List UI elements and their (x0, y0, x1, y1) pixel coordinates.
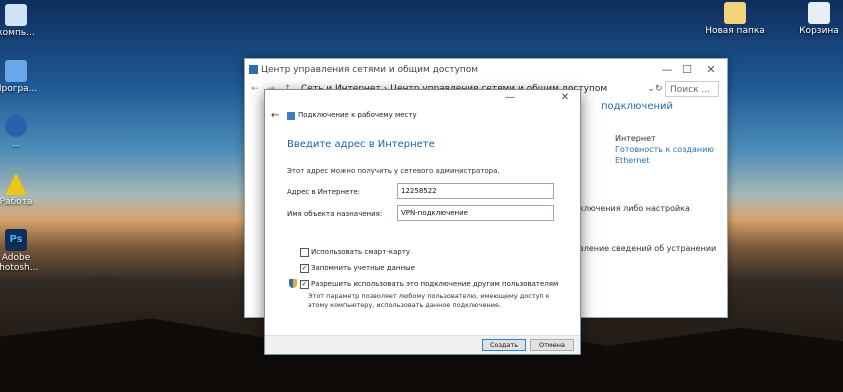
create-button[interactable]: Создать (482, 339, 526, 351)
connect-workplace-dialog: — ✕ ← Подключение к рабочему месту Введи… (264, 89, 581, 355)
network-icon (249, 65, 258, 74)
homegroup-link[interactable]: Готовность к созданию (615, 145, 714, 154)
computer-icon (5, 4, 27, 26)
program-icon (5, 60, 27, 82)
recycle-bin-icon (808, 2, 830, 24)
search-input[interactable]: Поиск ... (665, 81, 719, 97)
desktop-icon-program[interactable]: Програ... (0, 60, 48, 94)
back-arrow-icon[interactable]: ← (271, 110, 279, 121)
smartcard-label: Использовать смарт-карту (311, 248, 411, 256)
internet-address-input[interactable]: 12258522 (397, 183, 554, 199)
internet-label: Интернет (615, 134, 656, 143)
desktop-icon-new-folder[interactable]: Новая папка (703, 2, 767, 36)
ethernet-link[interactable]: Ethernet (615, 156, 649, 165)
smartcard-checkbox[interactable] (300, 248, 309, 257)
desktop-icon-label: компь... (0, 28, 35, 38)
allow-others-checkbox[interactable]: ✓ (300, 280, 309, 289)
desktop-icon-label: Корзина (799, 26, 839, 36)
dialog-header-title: Подключение к рабочему месту (298, 111, 417, 119)
desktop-icon-computer[interactable]: компь... (0, 4, 48, 38)
allow-others-note: Этот параметр позволяет любому пользоват… (308, 292, 550, 309)
remember-credentials-checkbox[interactable]: ✓ (300, 264, 309, 273)
desktop-icon-app[interactable]: ... (0, 115, 48, 149)
desktop-icon-label: Новая папка (705, 26, 765, 36)
dialog-close-button[interactable]: ✕ (552, 92, 578, 103)
destination-name-input[interactable]: VPN-подключение (397, 205, 554, 221)
cancel-button[interactable]: Отмена (530, 339, 574, 351)
connections-heading: подключений (601, 101, 674, 112)
desktop-icon-label: Работа (0, 197, 33, 207)
app-icon (5, 115, 27, 137)
desktop-icon-label: Adobe Photosh... (0, 253, 39, 273)
troubleshoot-text: вление сведений об устранении (579, 244, 717, 253)
folder-icon (724, 2, 746, 24)
allow-others-label: Разрешить использовать это подключение д… (311, 280, 559, 288)
refresh-icon[interactable]: ↻ (655, 84, 663, 94)
desktop-icon-work[interactable]: Работа (0, 173, 48, 207)
warning-shortcut-icon (5, 173, 27, 195)
address-dropdown-icon[interactable]: ⌄ (647, 84, 655, 94)
window-titlebar: Центр управления сетями и общим доступом… (245, 59, 727, 81)
setup-connection-text: ключения либо настройка (579, 204, 690, 213)
window-title: Центр управления сетями и общим доступом (261, 65, 479, 75)
dialog-heading: Введите адрес в Интернете (287, 139, 435, 150)
dialog-minimize-button[interactable]: — (497, 92, 523, 103)
desktop-icon-label: ... (11, 139, 21, 149)
photoshop-icon: Ps (5, 229, 27, 251)
address-label: Адрес в Интернете: (287, 188, 361, 196)
destination-name-label: Имя объекта назначения: (287, 210, 383, 218)
desktop-icon-recycle-bin[interactable]: Корзина (787, 2, 843, 36)
remember-credentials-label: Запомнить учетные данные (311, 264, 415, 272)
desktop-icon-label: Програ... (0, 84, 38, 94)
desktop-icon-photoshop[interactable]: Ps Adobe Photosh... (0, 229, 48, 273)
dialog-description: Этот адрес можно получить у сетевого адм… (287, 167, 500, 175)
workplace-connection-icon (287, 112, 295, 120)
close-button[interactable]: ✕ (697, 59, 725, 81)
dialog-footer: Создать Отмена (265, 335, 580, 354)
admin-shield-icon (289, 279, 297, 288)
